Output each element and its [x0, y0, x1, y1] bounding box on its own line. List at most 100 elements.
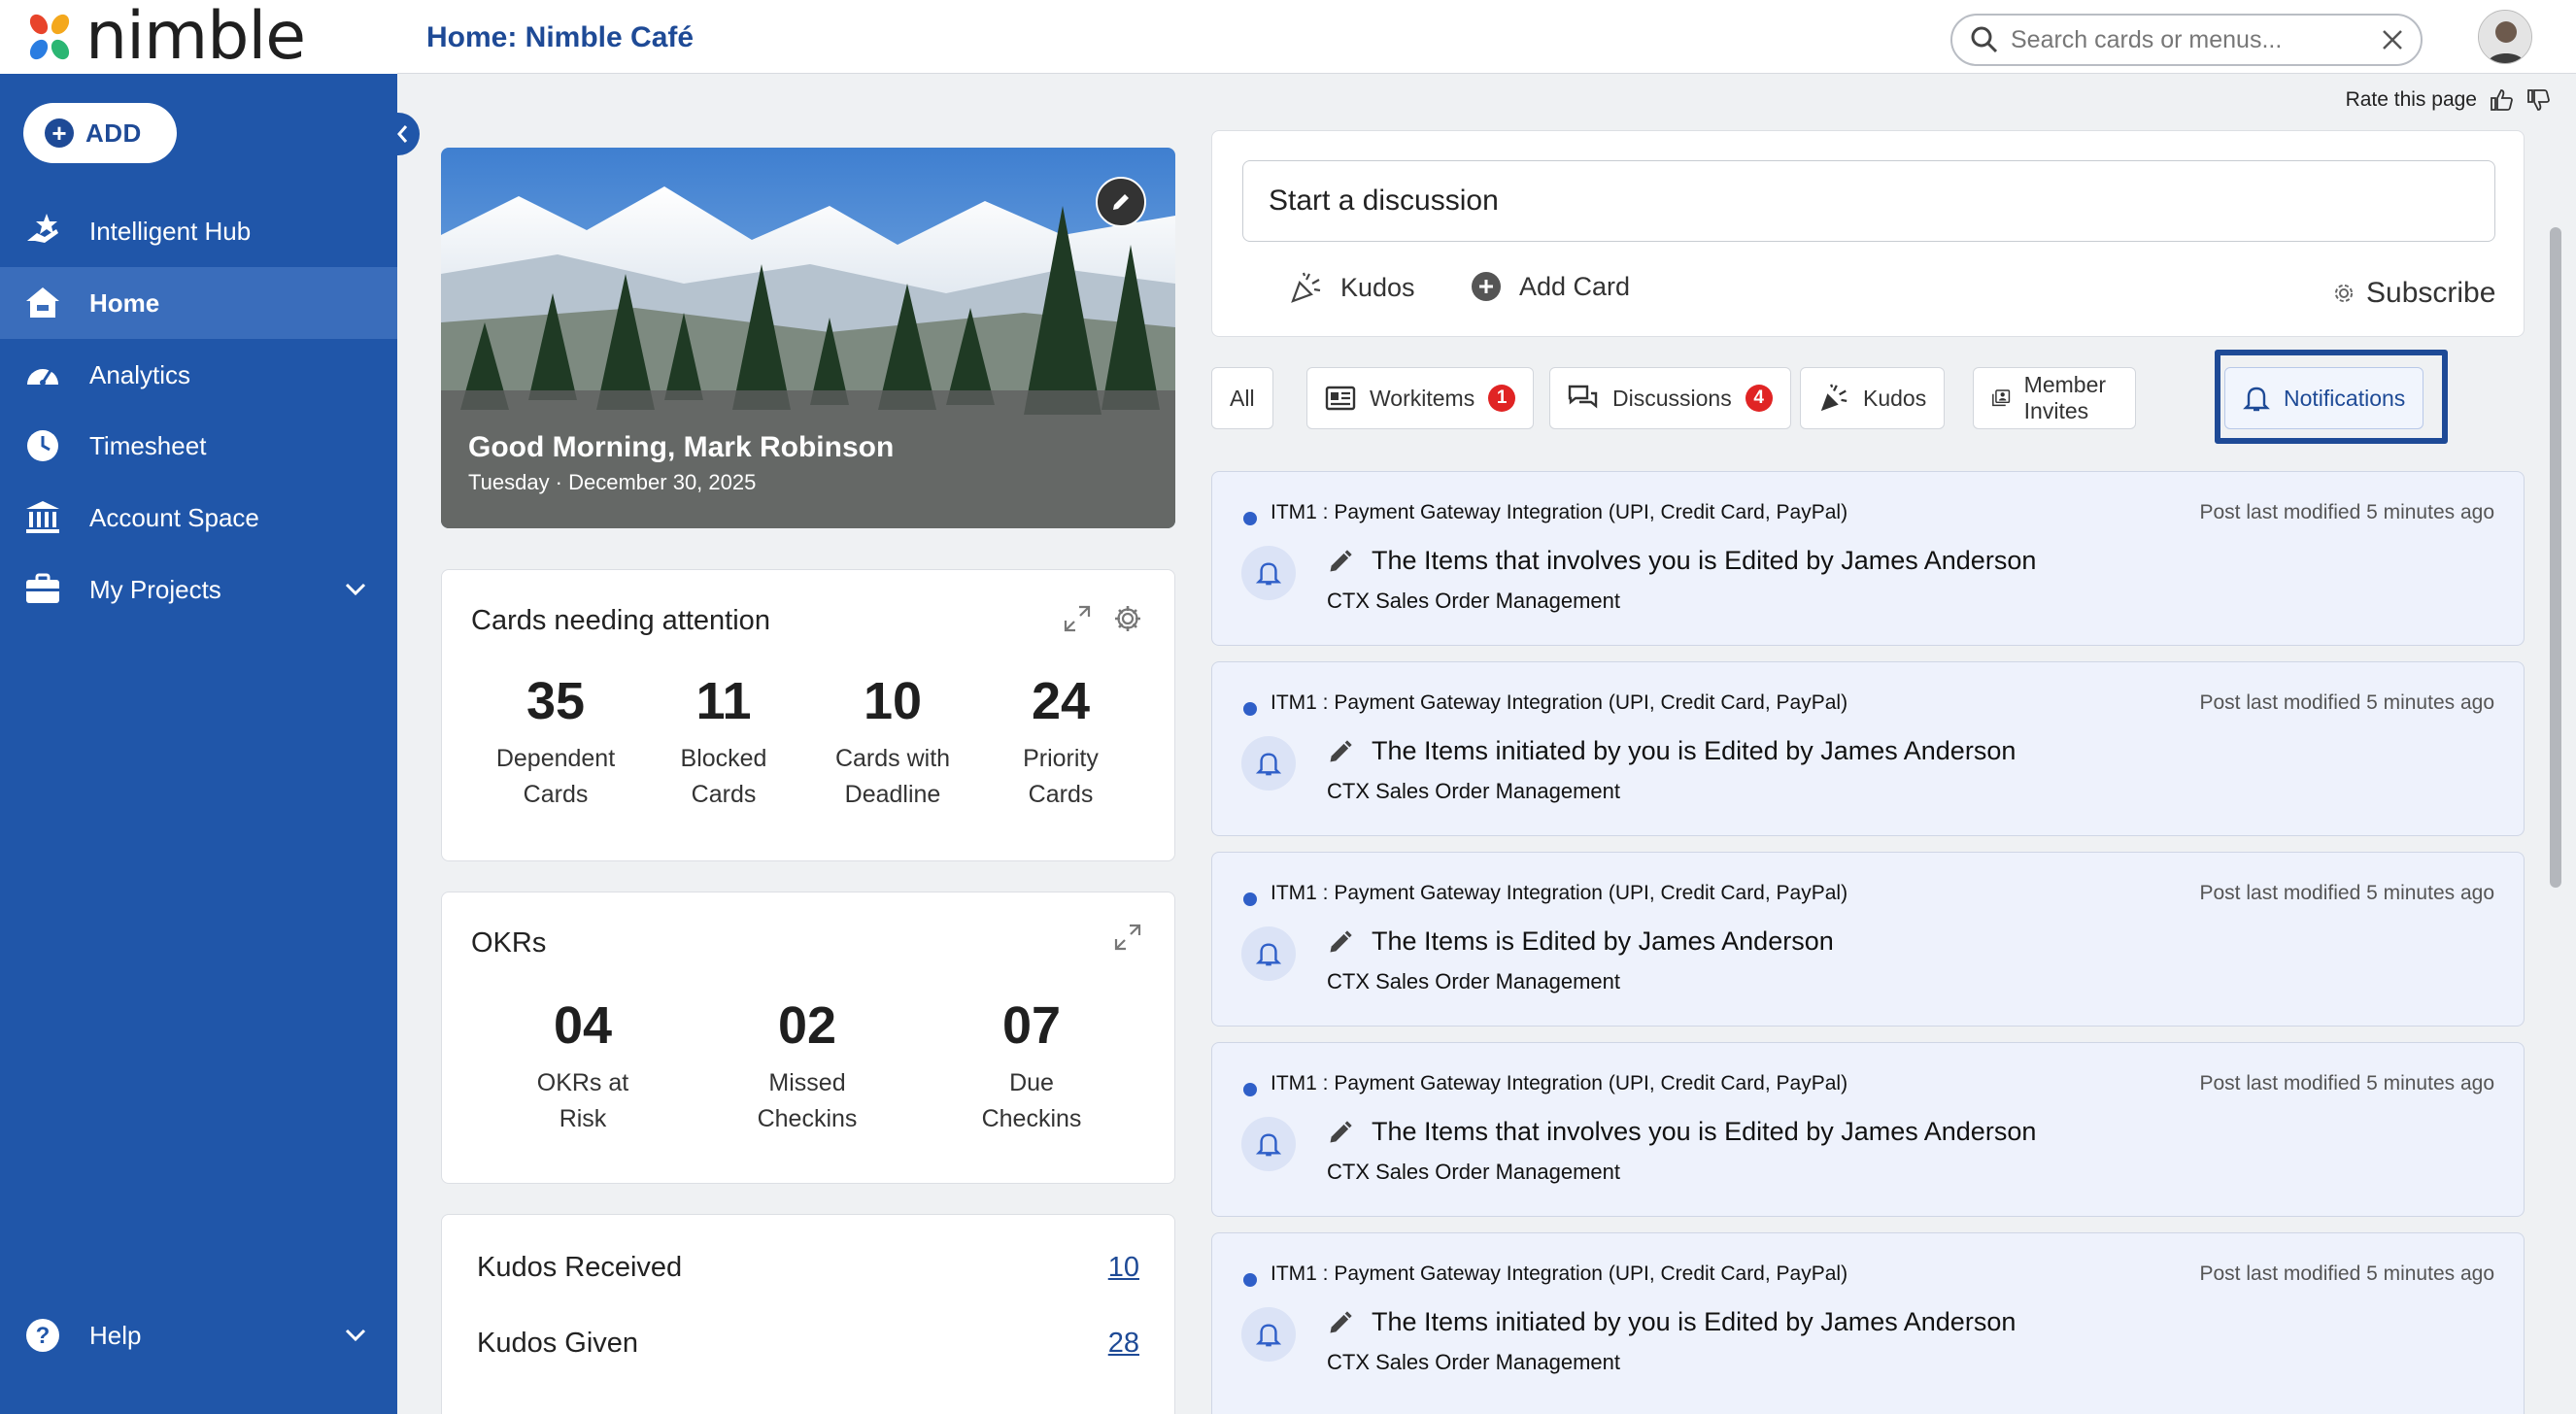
chevron-down-icon[interactable] — [343, 577, 368, 602]
stat-okrs-at-risk[interactable]: 04 OKRs at Risk — [486, 999, 680, 1137]
thumbs-down-icon[interactable] — [2525, 87, 2551, 113]
stat-label-line2: Checkins — [981, 1105, 1082, 1132]
subscribe-button[interactable]: Subscribe — [2331, 277, 2495, 310]
rate-page: Rate this page — [2346, 87, 2551, 113]
notification-message: The Items initiated by you is Edited by … — [1372, 1307, 2017, 1336]
bell-icon — [1241, 1307, 1296, 1362]
stat-value: 24 — [1031, 672, 1091, 730]
okrs-card: OKRs 04 OKRs at Risk 02 Missed Checkins 07… — [441, 892, 1175, 1184]
start-discussion-input[interactable] — [1242, 160, 2495, 242]
sidebar-item-help[interactable]: ? Help — [0, 1299, 397, 1371]
notification-time: Post last modified 5 minutes ago — [2199, 501, 2495, 523]
notification-item[interactable]: ITM1 : Payment Gateway Integration (UPI,… — [1211, 661, 2525, 836]
sidebar-item-label: Account Space — [89, 502, 259, 532]
notification-item-title[interactable]: ITM1 : Payment Gateway Integration (UPI,… — [1271, 501, 1847, 524]
notification-item[interactable]: ITM1 : Payment Gateway Integration (UPI,… — [1211, 852, 2525, 1027]
sidebar-item-timesheet[interactable]: Timesheet — [0, 410, 397, 482]
notification-item[interactable]: ITM1 : Payment Gateway Integration (UPI,… — [1211, 1042, 2525, 1217]
gear-icon[interactable] — [1112, 603, 1143, 634]
star-hand-icon — [23, 212, 62, 251]
notification-time: Post last modified 5 minutes ago — [2199, 1072, 2495, 1094]
scrollbar-thumb[interactable] — [2550, 227, 2561, 888]
chat-bubbles-icon — [1568, 385, 1598, 409]
tab-label: Discussions — [1612, 385, 1732, 411]
tab-all[interactable]: All — [1211, 367, 1273, 429]
search-box — [1950, 14, 2423, 66]
stat-label-line2: Risk — [559, 1105, 607, 1132]
notification-item-title[interactable]: ITM1 : Payment Gateway Integration (UPI,… — [1271, 882, 1847, 905]
unread-dot — [1243, 1083, 1257, 1096]
add-button-label: ADD — [85, 118, 142, 148]
sidebar-item-account-space[interactable]: Account Space — [0, 482, 397, 554]
sidebar-item-label: Help — [89, 1320, 142, 1350]
plus-circle-icon — [1472, 272, 1501, 301]
notification-time: Post last modified 5 minutes ago — [2199, 882, 2495, 904]
stat-label-line2: Cards — [523, 781, 589, 808]
stat-label-line1: Dependent — [495, 745, 616, 772]
stat-label-line1: Missed — [768, 1069, 846, 1096]
kudos-button-label: Kudos — [1340, 272, 1415, 302]
search-input[interactable] — [2011, 25, 2360, 54]
stat-dependent-cards[interactable]: 35 Dependent Cards — [458, 675, 653, 813]
stat-label-line1: Priority — [1023, 745, 1099, 772]
notification-project: CTX Sales Order Management — [1327, 1160, 1621, 1184]
tab-kudos[interactable]: Kudos — [1800, 367, 1946, 429]
sidebar: nimble + ADD Intelligent Hub Home Analyt… — [0, 0, 397, 1414]
notification-item[interactable]: ITM1 : Payment Gateway Integration (UPI,… — [1211, 1232, 2525, 1414]
notification-item-title[interactable]: ITM1 : Payment Gateway Integration (UPI,… — [1271, 1072, 1847, 1095]
unread-dot — [1243, 702, 1257, 716]
briefcase-icon — [23, 570, 62, 609]
svg-text:?: ? — [36, 1323, 51, 1349]
kudos-received-link[interactable]: 10 — [1108, 1252, 1139, 1284]
stat-value: 02 — [777, 996, 837, 1055]
add-card-button[interactable]: Add Card — [1471, 271, 1630, 302]
sidebar-item-intelligent-hub[interactable]: Intelligent Hub — [0, 195, 397, 267]
gear-icon — [2334, 284, 2354, 303]
stat-missed-checkins[interactable]: 02 Missed Checkins — [710, 999, 904, 1137]
collapse-sidebar-button[interactable] — [387, 113, 420, 155]
edit-banner-button[interactable] — [1096, 177, 1146, 227]
sidebar-item-label: Intelligent Hub — [89, 216, 252, 246]
sidebar-nav: + ADD Intelligent Hub Home Analytics Tim… — [0, 74, 397, 1414]
clear-search-icon[interactable] — [2380, 27, 2405, 52]
stat-value: 11 — [695, 672, 752, 730]
stat-cards-with-deadline[interactable]: 10 Cards with Deadline — [796, 675, 990, 813]
pencil-icon — [1113, 194, 1129, 210]
tab-label: Workitems — [1370, 385, 1475, 411]
tab-workitems[interactable]: Workitems 1 — [1306, 367, 1535, 429]
notification-message: The Items initiated by you is Edited by … — [1372, 736, 2017, 765]
stat-priority-cards[interactable]: 24 Priority Cards — [964, 675, 1158, 813]
kudos-received-label: Kudos Received — [477, 1252, 683, 1283]
bell-icon — [1241, 926, 1296, 981]
tab-discussions[interactable]: Discussions 4 — [1549, 367, 1791, 429]
feed-scrollbar[interactable] — [2545, 130, 2566, 1402]
notification-time: Post last modified 5 minutes ago — [2199, 691, 2495, 714]
tab-label: Kudos — [1863, 385, 1927, 411]
notification-item-title[interactable]: ITM1 : Payment Gateway Integration (UPI,… — [1271, 1262, 1847, 1286]
kudos-given-link[interactable]: 28 — [1108, 1328, 1139, 1360]
expand-icon[interactable] — [1112, 922, 1143, 953]
unread-dot — [1243, 512, 1257, 525]
pencil-icon — [1327, 738, 1354, 765]
notification-item-title[interactable]: ITM1 : Payment Gateway Integration (UPI,… — [1271, 691, 1847, 715]
thumbs-up-icon[interactable] — [2489, 87, 2514, 113]
chevron-down-icon[interactable] — [343, 1323, 368, 1348]
notifications-tab-focus-ring — [2215, 350, 2448, 444]
sidebar-item-home[interactable]: Home — [0, 267, 397, 339]
stat-blocked-cards[interactable]: 11 Blocked Cards — [627, 675, 821, 813]
stat-label-line1: Due — [1009, 1069, 1054, 1096]
nimble-logo[interactable]: nimble — [0, 0, 397, 74]
add-button[interactable]: + ADD — [23, 103, 177, 163]
avatar[interactable] — [2478, 10, 2532, 64]
sidebar-item-analytics[interactable]: Analytics — [0, 339, 397, 411]
sidebar-item-my-projects[interactable]: My Projects — [0, 554, 397, 625]
stat-due-checkins[interactable]: 07 Due Checkins — [934, 999, 1129, 1137]
id-card-icon — [1325, 386, 1356, 411]
logo-text: nimble — [85, 0, 306, 75]
notification-message: The Items is Edited by James Anderson — [1372, 926, 1834, 956]
party-popper-icon — [1291, 272, 1321, 303]
tab-member-invites[interactable]: Member Invites — [1973, 367, 2137, 429]
notification-item[interactable]: ITM1 : Payment Gateway Integration (UPI,… — [1211, 471, 2525, 646]
kudos-button[interactable]: Kudos — [1290, 271, 1415, 304]
expand-icon[interactable] — [1062, 603, 1093, 634]
